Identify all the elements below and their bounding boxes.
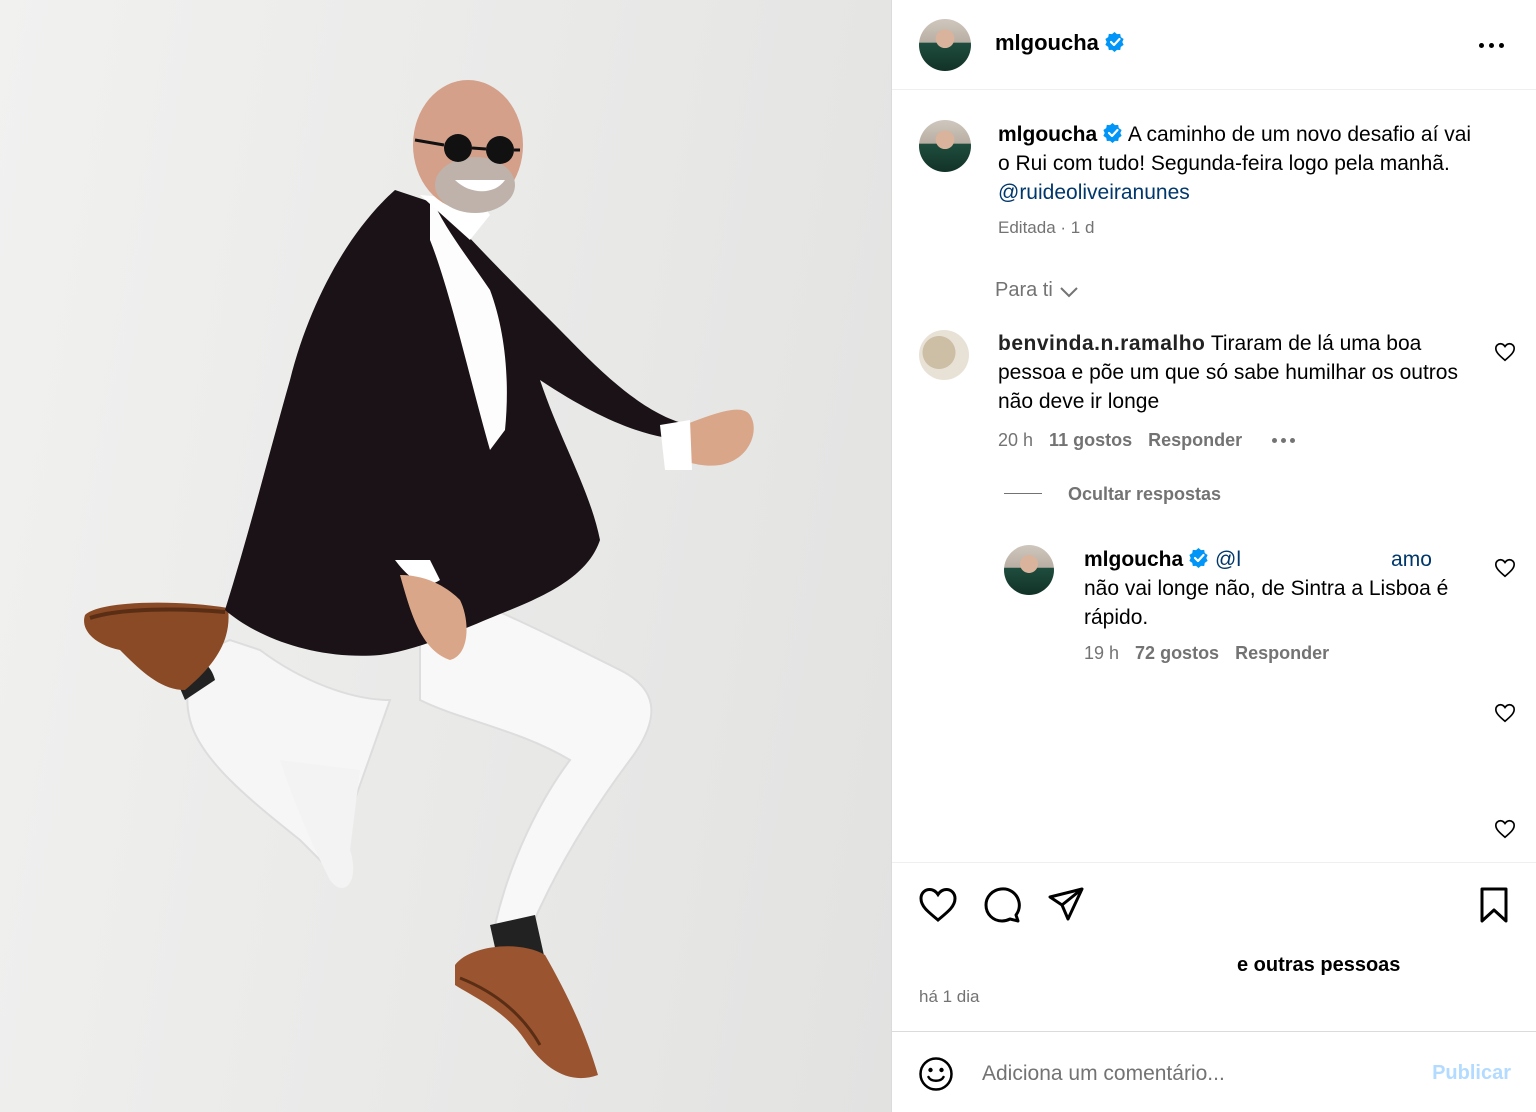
- verified-icon: [1105, 32, 1124, 52]
- reply-time: 19 h: [1084, 643, 1120, 663]
- comment-more-icon[interactable]: [1272, 427, 1299, 448]
- caption-author-avatar[interactable]: [919, 120, 971, 172]
- comment-text: benvinda.n.ramalho Tiraram de lá uma boa…: [998, 329, 1468, 416]
- reply-reply-button[interactable]: Responder: [1235, 643, 1329, 663]
- reply-body: não vai longe não, de Sintra a Lisboa é …: [1084, 577, 1449, 629]
- comment-input[interactable]: [982, 1054, 1402, 1094]
- reply-mention-link[interactable]: @l: [1215, 548, 1241, 571]
- more-options-button[interactable]: [1477, 30, 1507, 60]
- author-username-text[interactable]: mlgoucha: [995, 30, 1099, 55]
- more-icon: [1479, 43, 1484, 48]
- caption-text: mlgoucha A caminho de um novo desafio aí…: [998, 120, 1488, 207]
- reply-text: mlgoucha @l amo não vai longe não, de Sin…: [1084, 545, 1484, 632]
- more-icon-dot: [1489, 43, 1494, 48]
- comment-likes[interactable]: 11 gostos: [1049, 430, 1132, 450]
- post-side-panel: mlgoucha mlgoucha A caminho de um novo d…: [891, 0, 1536, 1112]
- jumping-man-illustration: [84, 80, 754, 1079]
- reply-author-avatar[interactable]: [1004, 545, 1054, 595]
- add-comment-bar: Publicar: [892, 1031, 1536, 1112]
- post-action-bar: e outras pessoas há 1 dia: [892, 862, 1536, 1032]
- reply-likes[interactable]: 72 gostos: [1135, 643, 1219, 663]
- author-username[interactable]: mlgoucha: [995, 30, 1125, 56]
- caption-meta: Editada · 1 d: [998, 218, 1095, 237]
- heart-icon[interactable]: [1494, 341, 1516, 363]
- reply-author-username[interactable]: mlgoucha: [1084, 548, 1183, 571]
- comment-meta: 20 h 11 gostos Responder: [998, 427, 1299, 451]
- comment-time: 20 h: [998, 430, 1034, 450]
- reply-meta: 19 h 72 gostos Responder: [1084, 643, 1329, 664]
- heart-icon[interactable]: [1494, 818, 1516, 840]
- more-icon-dot: [1499, 43, 1504, 48]
- heart-icon[interactable]: [1494, 702, 1516, 724]
- caption-author-username[interactable]: mlgoucha: [998, 123, 1097, 146]
- comment-icon[interactable]: [982, 885, 1022, 925]
- hide-replies-button[interactable]: Ocultar respostas: [1004, 484, 1221, 505]
- author-avatar[interactable]: [919, 19, 971, 71]
- caption-mention-link[interactable]: @ruideoliveiranunes: [998, 181, 1190, 204]
- commenter-avatar[interactable]: [919, 330, 969, 380]
- verified-icon: [1189, 548, 1208, 568]
- reply-mention-tail[interactable]: amo: [1391, 548, 1432, 571]
- divider: [1004, 493, 1042, 494]
- hide-replies-label: Ocultar respostas: [1068, 484, 1222, 504]
- post-photo[interactable]: [0, 0, 891, 1112]
- commenter-username[interactable]: benvinda.n.ramalho: [998, 332, 1205, 355]
- comment-sort-dropdown[interactable]: Para ti: [995, 279, 1079, 302]
- publish-button[interactable]: Publicar: [1432, 1062, 1511, 1085]
- heart-icon[interactable]: [918, 885, 958, 925]
- bookmark-icon[interactable]: [1474, 885, 1514, 925]
- verified-icon: [1103, 123, 1122, 143]
- chevron-down-icon: [1060, 287, 1078, 298]
- comment-reply-button[interactable]: Responder: [1148, 430, 1242, 450]
- heart-icon[interactable]: [1494, 557, 1516, 579]
- likes-summary[interactable]: e outras pessoas: [1237, 954, 1400, 977]
- emoji-icon[interactable]: [918, 1056, 954, 1092]
- comment-sort-label: Para ti: [995, 279, 1053, 301]
- post-header: mlgoucha: [892, 0, 1536, 90]
- likes-summary-text: e outras pessoas: [1237, 954, 1401, 976]
- share-icon[interactable]: [1046, 885, 1086, 925]
- post-date: há 1 dia: [919, 987, 980, 1006]
